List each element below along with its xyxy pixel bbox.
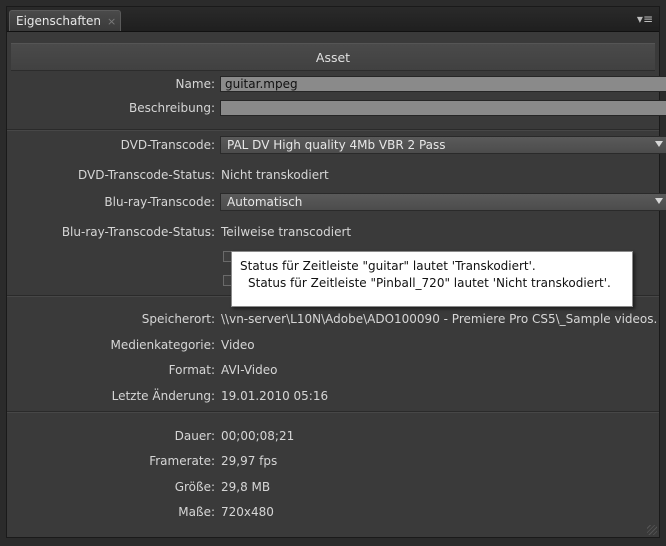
format-label: Format: [168,363,215,377]
section-header-asset: Asset [11,43,655,71]
tab-eigenschaften[interactable]: Eigenschaften × [9,10,121,31]
dimensions-label: Maße: [178,505,215,519]
bluray-status-label: Blu-ray-Transcode-Status: [61,225,215,239]
location-value: \\vn-server\L10N\Adobe\ADO100090 - Premi… [221,312,657,326]
description-label: Beschreibung: [129,101,215,115]
panel-menu-icon[interactable]: ▾≡ [637,12,653,26]
size-value: 29,8 MB [221,480,271,494]
dvd-transcode-label: DVD-Transcode: [120,138,215,152]
panel-tabbar: Eigenschaften × ▾≡ [7,7,659,32]
section-title: Asset [315,49,351,65]
properties-panel: Eigenschaften × ▾≡ Asset Name: guitar.mp… [6,6,666,538]
chevron-down-icon [655,141,663,147]
dvd-status-label: DVD-Transcode-Status: [78,168,215,182]
bluray-transcode-value: Automatisch [227,195,303,209]
dimensions-value: 720x480 [221,505,274,519]
last-modified-value: 19.01.2010 05:16 [221,389,329,403]
dvd-transcode-value: PAL DV High quality 4Mb VBR 2 Pass [227,138,446,152]
tooltip-line-2: Status für Zeitleiste "Pinball_720" laut… [248,276,611,290]
resize-grip[interactable] [647,525,657,535]
bluray-transcode-select[interactable]: Automatisch [220,193,666,211]
format-value: AVI-Video [221,363,278,377]
last-modified-label: Letzte Änderung: [111,389,215,403]
close-icon[interactable]: × [107,15,116,28]
name-field[interactable]: guitar.mpeg [220,76,666,92]
chevron-down-icon [655,198,663,204]
location-label: Speicherort: [141,312,215,326]
duration-value: 00;00;08;21 [221,429,295,443]
duration-label: Dauer: [174,429,215,443]
media-category-label: Medienkategorie: [110,338,215,352]
name-label: Name: [175,77,215,91]
divider [7,411,659,413]
description-field[interactable] [220,100,666,116]
framerate-value: 29,97 fps [221,454,278,468]
size-label: Größe: [174,480,215,494]
bluray-status-value: Teilweise transcodiert [221,225,352,239]
divider [7,129,659,131]
bluray-transcode-label: Blu-ray-Transcode: [104,195,215,209]
media-category-value: Video [221,338,255,352]
tooltip-line-1: Status für Zeitleiste "guitar" lautet 'T… [240,259,536,273]
dvd-transcode-select[interactable]: PAL DV High quality 4Mb VBR 2 Pass [220,136,666,154]
dvd-status-value: Nicht transkodiert [221,168,329,182]
framerate-label: Framerate: [149,454,215,468]
status-tooltip: Status für Zeitleiste "guitar" lautet 'T… [231,251,633,307]
tab-label: Eigenschaften [16,14,102,28]
